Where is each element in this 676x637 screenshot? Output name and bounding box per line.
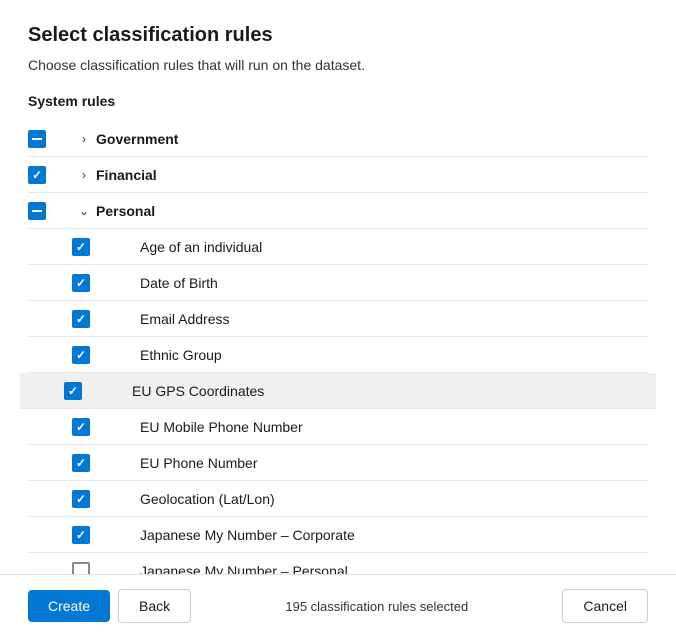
checkbox-area-dob[interactable]: ✓ (72, 274, 116, 292)
label-age: Age of an individual (140, 239, 648, 255)
rule-row-government: › Government (28, 121, 648, 157)
checkbox-geolocation[interactable]: ✓ (72, 490, 90, 508)
section-title: System rules (28, 93, 648, 109)
label-ethnic: Ethnic Group (140, 347, 648, 363)
checkbox-area-financial[interactable]: ✓ (28, 166, 72, 184)
rule-row-dob: ✓ Date of Birth (28, 265, 648, 301)
label-eu_phone: EU Phone Number (140, 455, 648, 471)
expand-icon-government[interactable]: › (72, 132, 96, 146)
checkbox-area-government[interactable] (28, 130, 72, 148)
checkbox-government[interactable] (28, 130, 46, 148)
footer: Create Back 195 classification rules sel… (0, 574, 676, 637)
checkbox-jp_personal[interactable] (72, 562, 90, 574)
label-personal: Personal (96, 203, 648, 219)
checkbox-area-eu_gps[interactable]: ✓ (64, 382, 108, 400)
checkbox-area-eu_mobile[interactable]: ✓ (72, 418, 116, 436)
checkbox-eu_gps[interactable]: ✓ (64, 382, 82, 400)
label-eu_mobile: EU Mobile Phone Number (140, 419, 648, 435)
rule-row-geolocation: ✓ Geolocation (Lat/Lon) (28, 481, 648, 517)
create-button[interactable]: Create (28, 590, 110, 622)
back-button[interactable]: Back (118, 589, 191, 623)
footer-status: 195 classification rules selected (199, 599, 554, 614)
checkbox-area-email[interactable]: ✓ (72, 310, 116, 328)
page-title: Select classification rules (28, 24, 648, 47)
checkbox-dob[interactable]: ✓ (72, 274, 90, 292)
checkbox-jp_corporate[interactable]: ✓ (72, 526, 90, 544)
rule-row-email: ✓ Email Address (28, 301, 648, 337)
checkbox-area-personal[interactable] (28, 202, 72, 220)
expand-icon-financial[interactable]: › (72, 168, 96, 182)
rule-row-ethnic: ✓ Ethnic Group (28, 337, 648, 373)
page-subtitle: Choose classification rules that will ru… (28, 57, 648, 73)
label-geolocation: Geolocation (Lat/Lon) (140, 491, 648, 507)
personal-children-list: ✓ Age of an individual ✓ Date of Birth ✓ Emai… (28, 229, 648, 574)
label-dob: Date of Birth (140, 275, 648, 291)
checkbox-area-jp_personal[interactable] (72, 562, 116, 574)
main-content: Select classification rules Choose class… (0, 0, 676, 574)
checkbox-personal[interactable] (28, 202, 46, 220)
rule-row-jp_corporate: ✓ Japanese My Number – Corporate (28, 517, 648, 553)
rule-row-eu_gps: ✓ EU GPS Coordinates (20, 373, 656, 409)
label-email: Email Address (140, 311, 648, 327)
checkbox-area-ethnic[interactable]: ✓ (72, 346, 116, 364)
rule-row-jp_personal: Japanese My Number – Personal (28, 553, 648, 574)
expand-icon-personal[interactable]: ⌄ (72, 204, 96, 218)
checkbox-area-age[interactable]: ✓ (72, 238, 116, 256)
checkbox-eu_phone[interactable]: ✓ (72, 454, 90, 472)
checkbox-area-eu_phone[interactable]: ✓ (72, 454, 116, 472)
checkbox-area-jp_corporate[interactable]: ✓ (72, 526, 116, 544)
rule-row-eu_phone: ✓ EU Phone Number (28, 445, 648, 481)
label-eu_gps: EU GPS Coordinates (132, 383, 648, 399)
label-jp_personal: Japanese My Number – Personal (140, 563, 648, 574)
checkbox-ethnic[interactable]: ✓ (72, 346, 90, 364)
checkbox-area-geolocation[interactable]: ✓ (72, 490, 116, 508)
checkbox-eu_mobile[interactable]: ✓ (72, 418, 90, 436)
rule-row-eu_mobile: ✓ EU Mobile Phone Number (28, 409, 648, 445)
rule-row-personal: ⌄ Personal (28, 193, 648, 229)
checkbox-email[interactable]: ✓ (72, 310, 90, 328)
rule-row-age: ✓ Age of an individual (28, 229, 648, 265)
checkbox-age[interactable]: ✓ (72, 238, 90, 256)
label-government: Government (96, 131, 648, 147)
label-financial: Financial (96, 167, 648, 183)
label-jp_corporate: Japanese My Number – Corporate (140, 527, 648, 543)
checkbox-financial[interactable]: ✓ (28, 166, 46, 184)
rule-row-financial: ✓ › Financial (28, 157, 648, 193)
cancel-button[interactable]: Cancel (562, 589, 648, 623)
